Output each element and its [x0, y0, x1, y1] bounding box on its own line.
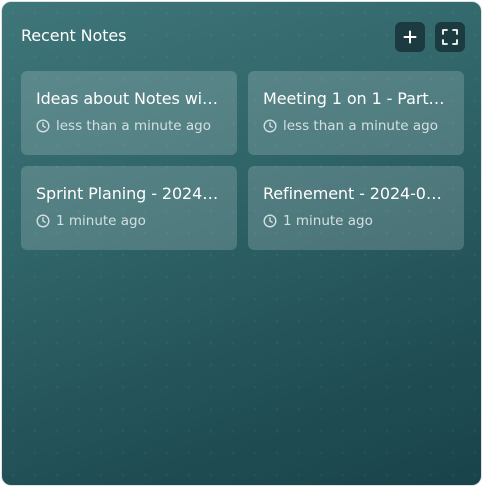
note-timestamp: less than a minute ago: [36, 118, 222, 134]
widget-title: Recent Notes: [21, 26, 127, 45]
note-card[interactable]: Meeting 1 on 1 - Partner less than a min…: [248, 71, 464, 155]
note-timestamp: 1 minute ago: [36, 213, 222, 229]
clock-icon: [263, 119, 277, 133]
plus-icon: [403, 30, 417, 44]
note-title: Sprint Planing - 2024-02: [36, 184, 222, 203]
note-time-label: 1 minute ago: [56, 213, 146, 229]
fullscreen-icon: [442, 29, 458, 45]
note-time-label: less than a minute ago: [56, 118, 211, 134]
note-title: Refinement - 2024-02-14: [263, 184, 449, 203]
note-timestamp: 1 minute ago: [263, 213, 449, 229]
clock-icon: [36, 119, 50, 133]
add-note-button[interactable]: [395, 22, 425, 52]
note-title: Ideas about Notes widget: [36, 89, 222, 108]
fullscreen-button[interactable]: [435, 22, 465, 52]
notes-grid: Ideas about Notes widget less than a min…: [21, 71, 465, 250]
clock-icon: [263, 214, 277, 228]
note-card[interactable]: Sprint Planing - 2024-02 1 minute ago: [21, 166, 237, 250]
clock-icon: [36, 214, 50, 228]
note-card[interactable]: Ideas about Notes widget less than a min…: [21, 71, 237, 155]
note-time-label: 1 minute ago: [283, 213, 373, 229]
recent-notes-widget: Recent Notes Ideas about Notes widget le…: [1, 1, 482, 486]
note-timestamp: less than a minute ago: [263, 118, 449, 134]
note-card[interactable]: Refinement - 2024-02-14 1 minute ago: [248, 166, 464, 250]
note-time-label: less than a minute ago: [283, 118, 438, 134]
note-title: Meeting 1 on 1 - Partner: [263, 89, 449, 108]
